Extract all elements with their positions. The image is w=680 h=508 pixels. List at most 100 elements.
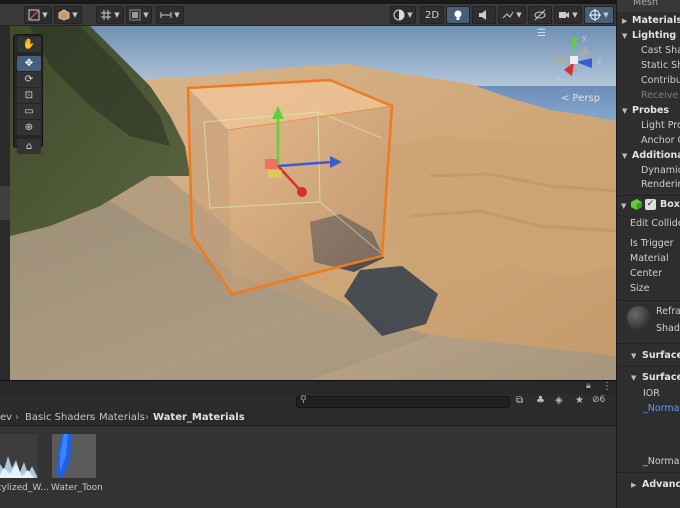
shader-label: Shade [656,323,680,334]
asset-grid: tylized_W... Water_Toon [0,426,616,508]
tool-palette: ✋ ✥ ⟳ ⊡ ▭ ⊕ ⌂ [13,34,43,154]
asset-label[interactable]: Water_Toon [51,483,103,493]
camera-icon [559,12,570,18]
increment-snap-dropdown[interactable]: ▼ [126,6,152,24]
foldout-arrow-icon[interactable]: ▼ [621,202,626,210]
filter-tag-icon[interactable]: ◈ [555,395,563,406]
breadcrumb-separator-icon: › [89,412,93,423]
svg-text:z: z [597,57,601,66]
scene-render [10,26,616,380]
hidden-count: 6 [599,395,606,405]
grid-snap-dropdown[interactable]: ▼ [96,6,124,24]
rect-tool-button[interactable]: ▭ [17,104,41,119]
surface-inputs-foldout[interactable]: Surface I [642,372,680,383]
static-shadow-label: Static Sha [641,60,680,71]
effects-dropdown[interactable]: ▼ [498,6,526,24]
material-preview-icon [0,434,38,478]
foldout-arrow-icon[interactable]: ▼ [631,352,636,360]
light-probes-label: Light Prob [641,120,680,131]
hand-tool-icon: ✋ [22,39,36,50]
left-dock-edge [0,26,10,380]
move-tool-icon: ✥ [24,58,34,69]
contribute-gi-label: Contribut [641,75,680,86]
anchor-override-label: Anchor O [641,135,680,146]
materials-foldout[interactable]: Materials [632,15,680,26]
breadcrumb-item-current[interactable]: Water_Materials [153,412,245,423]
is-trigger-label: Is Trigger [630,238,674,249]
increment-snap-icon [129,9,141,21]
rotate-tool-button[interactable]: ⟳ [17,72,41,87]
foldout-arrow-icon[interactable]: ▼ [631,374,636,382]
draw-mode-dropdown[interactable]: ▼ [54,6,82,24]
dynamic-occlusion-label: Dynamic [641,165,680,176]
hidden-packages-toggle[interactable]: ⊘6 [592,395,605,405]
foldout-arrow-icon[interactable]: ▼ [622,152,627,160]
lighting-foldout[interactable]: Lighting [632,30,676,41]
edit-collider-label: Edit Collider [630,218,680,229]
filter-label-icon[interactable]: ♣ [536,395,545,406]
box-collider-title[interactable]: Box [660,199,680,210]
visibility-toggle[interactable] [528,6,552,24]
foldout-arrow-icon[interactable]: ▼ [622,32,627,40]
shading-mode-dropdown[interactable]: ▼ [24,6,52,24]
perspective-label[interactable]: < Persp [561,93,600,104]
gizmos-icon [589,9,602,21]
project-panel-header: 🔒︎ ⋮ [0,380,616,394]
transform-tool-button[interactable]: ⊕ [17,120,41,135]
cast-shadows-label: Cast Sha [641,45,680,56]
custom-tool-icon: ⌂ [25,141,33,152]
normal-strength-label: _NormalS [643,456,680,467]
move-tool-button[interactable]: ✥ [17,56,41,71]
custom-tool-button[interactable]: ⌂ [17,139,41,154]
panel-menu-icon[interactable]: ⋮ [602,381,612,392]
grid-snap-icon [101,10,112,20]
svg-text:y: y [582,33,587,42]
surface-options-foldout[interactable]: Surface O [642,350,680,361]
probes-foldout[interactable]: Probes [632,105,669,116]
material-name: Refra [656,306,680,317]
normal-texture-label[interactable]: _Normal [643,403,680,414]
audio-toggle-icon [479,10,486,20]
asset-item-selected[interactable] [52,434,96,478]
scene-viewport[interactable] [10,26,616,380]
material-preview-icon [52,434,96,478]
mode-2d-toggle[interactable]: 2D [420,6,444,24]
component-title: Mesh [633,0,659,8]
breadcrumb-item[interactable]: Basic Shaders [25,412,95,423]
favorite-icon[interactable]: ★ [575,395,584,406]
breadcrumb-item[interactable]: Materials [99,412,145,423]
asset-label[interactable]: tylized_W... [0,483,49,493]
inspector-header: Mesh [617,0,680,12]
transform-tool-icon: ⊕ [24,122,34,133]
audio-toggle[interactable] [472,6,496,24]
gizmos-dropdown[interactable]: ▼ [584,6,614,24]
search-icon: ⚲ [300,395,307,405]
foldout-arrow-icon[interactable]: ▶ [622,17,627,25]
visibility-icon [534,9,546,21]
asset-item[interactable] [0,434,38,478]
render-debug-dropdown[interactable]: ▼ [390,6,416,24]
box-collider-icon [631,199,642,210]
filter-type-icon[interactable]: ⧉ [516,395,523,406]
camera-dropdown[interactable]: ▼ [554,6,582,24]
lock-icon[interactable]: 🔒︎ [586,381,591,391]
size-label: Size [630,283,650,294]
foldout-arrow-icon[interactable]: ▶ [631,481,636,489]
advanced-foldout[interactable]: Advance [642,479,680,490]
shading-mode-icon [28,9,40,21]
lighting-toggle[interactable] [446,6,470,24]
rendering-layer-label: Rendering [641,179,680,190]
hand-tool-button[interactable]: ✋ [17,37,41,52]
mode-2d-label: 2D [424,9,440,21]
ruler-icon [160,12,172,18]
render-debug-icon [393,9,405,21]
ruler-dropdown[interactable]: ▼ [156,6,184,24]
additional-settings-foldout[interactable]: Additional S [632,150,680,161]
project-search-input[interactable]: ⚲ [296,395,510,408]
scale-tool-button[interactable]: ⊡ [17,88,41,103]
breadcrumb-separator-icon: › [145,412,149,423]
breadcrumb-item[interactable]: ev [0,412,12,423]
component-enabled-checkbox[interactable]: ✓ [645,199,656,210]
receive-gi-label: Receive G [641,90,680,101]
foldout-arrow-icon[interactable]: ▼ [622,107,627,115]
